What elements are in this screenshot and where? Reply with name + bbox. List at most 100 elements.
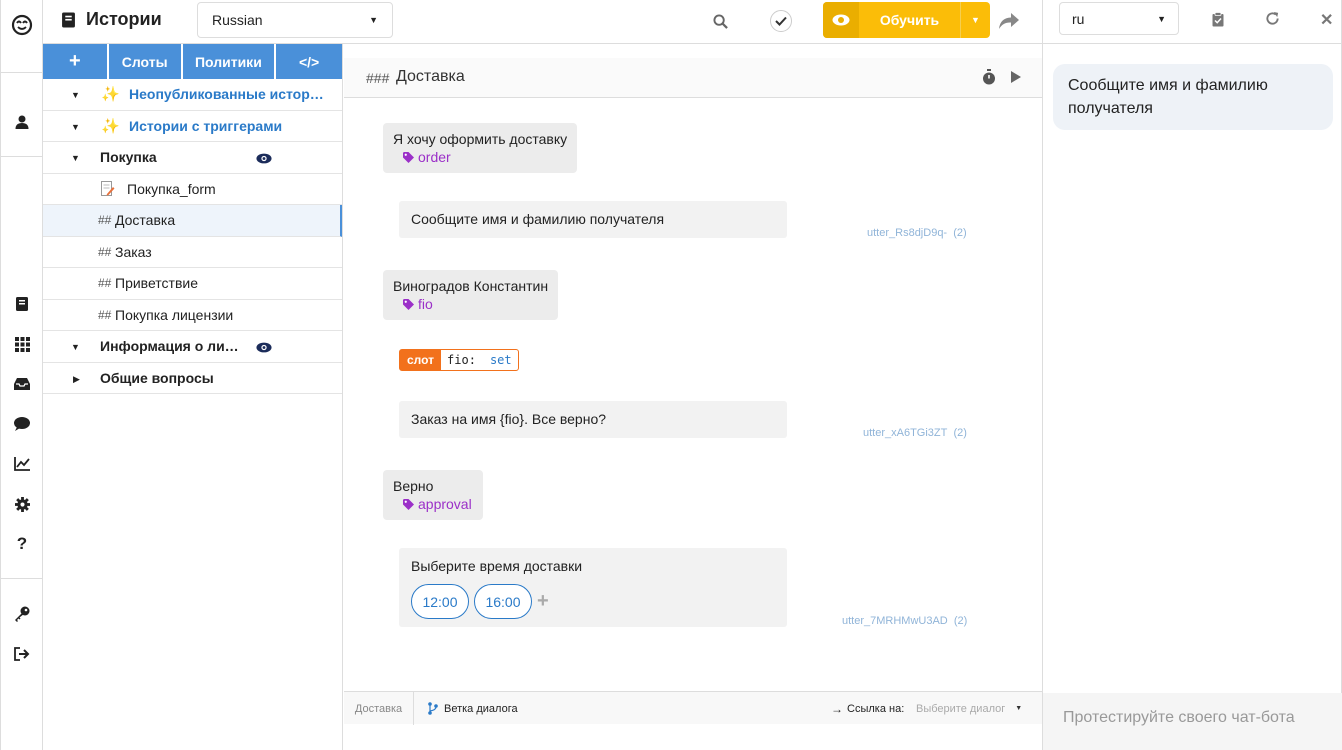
- nav-rail: ?: [0, 0, 43, 750]
- chat-input[interactable]: Протестируйте своего чат-бота: [1043, 693, 1342, 750]
- user-message-text: Виноградов Константин: [393, 278, 549, 294]
- code-button[interactable]: </>: [276, 44, 342, 79]
- refresh-icon[interactable]: [1265, 11, 1280, 29]
- user-message[interactable]: Я хочу оформить доставку order: [383, 123, 578, 173]
- caret-right-icon[interactable]: ▶: [73, 374, 80, 385]
- sparkles-icon: ✨: [101, 86, 120, 103]
- tree-item-faq[interactable]: ▶ Общие вопросы: [43, 363, 342, 394]
- share-icon[interactable]: [997, 10, 1021, 32]
- stopwatch-icon[interactable]: [982, 69, 996, 88]
- utter-id: utter_7MRHMwU3AD: [842, 615, 948, 627]
- slot-tag: слот: [400, 350, 442, 370]
- eye-icon[interactable]: [823, 2, 859, 38]
- chart-icon[interactable]: [1, 452, 43, 476]
- utter-name[interactable]: utter_xA6TGi3ZT (2): [863, 427, 967, 439]
- language-value: Russian: [212, 12, 263, 28]
- tree-item-unpublished[interactable]: ▼ ✨ Неопубликованные истор…: [43, 79, 342, 111]
- utter-name[interactable]: utter_Rs8djD9q- (2): [867, 227, 967, 239]
- gear-icon[interactable]: [1, 492, 43, 516]
- hash-icon: ##: [98, 307, 112, 322]
- eye-icon[interactable]: [256, 340, 272, 356]
- check-icon[interactable]: [770, 10, 792, 32]
- utter-name[interactable]: utter_7MRHMwU3AD (2): [842, 615, 967, 627]
- tree-item-label: Общие вопросы: [100, 369, 214, 386]
- chevron-down-icon: ▼: [369, 15, 378, 25]
- tree-item-label: Информация о ли…: [100, 338, 239, 354]
- caret-down-icon[interactable]: ▼: [71, 90, 80, 100]
- slots-button[interactable]: Слоты: [108, 44, 183, 79]
- chat-icon[interactable]: [1, 412, 43, 436]
- tree-item-label: Неопубликованные истор…: [129, 86, 324, 102]
- hash-icon: ##: [98, 244, 112, 259]
- tree-item-label: Покупка лицензии: [115, 306, 234, 323]
- book-icon[interactable]: [1, 292, 43, 316]
- policies-button[interactable]: Политики: [182, 44, 277, 79]
- user-message-text: Я хочу оформить доставку: [393, 131, 568, 147]
- intent-name: fio: [418, 296, 433, 312]
- language-select[interactable]: Russian ▼: [197, 2, 393, 38]
- branch-icon: [428, 702, 438, 715]
- tree-item-license-info[interactable]: ▼ Информация о ли…: [43, 331, 342, 363]
- bot-message[interactable]: Выберите время доставки 12:00 16:00 +: [399, 548, 787, 627]
- caret-down-icon[interactable]: ▼: [71, 122, 80, 132]
- bot-message[interactable]: Заказ на имя {fio}. Все верно?: [399, 401, 787, 438]
- search-icon[interactable]: [709, 10, 731, 32]
- story-title[interactable]: Доставка: [396, 68, 465, 86]
- quick-reply-button[interactable]: 16:00: [474, 584, 532, 619]
- chevron-down-icon[interactable]: ▼: [960, 2, 990, 38]
- eye-icon[interactable]: [256, 151, 272, 167]
- train-button[interactable]: Обучить ▼: [823, 2, 990, 38]
- tree-item-purchase-form[interactable]: Покупка_form: [43, 174, 342, 205]
- tree-item-label: Заказ: [115, 243, 152, 260]
- user-message[interactable]: Виноградов Константин fio: [383, 270, 559, 320]
- tree-item-license-purchase[interactable]: ## Покупка лицензии: [43, 300, 342, 331]
- chat-header: ru ▼ ✕: [1043, 0, 1342, 44]
- key-icon[interactable]: [1, 602, 43, 626]
- arrow-right-icon: →: [831, 701, 843, 716]
- page-title: Истории: [61, 9, 162, 30]
- logout-icon[interactable]: [1, 642, 43, 666]
- play-icon[interactable]: [1010, 70, 1022, 87]
- branch-button[interactable]: Ветка диалога: [428, 692, 518, 725]
- caret-down-icon[interactable]: ▼: [71, 153, 80, 163]
- inbox-icon[interactable]: [1, 372, 43, 396]
- utter-count: (2): [953, 615, 968, 627]
- chat-language-value: ru: [1072, 10, 1085, 27]
- tree-item-label: Покупка: [100, 149, 157, 165]
- tree-item-label: Приветствие: [115, 275, 198, 291]
- slot-set[interactable]: слот fio: set: [399, 349, 519, 371]
- intent-label[interactable]: fio: [403, 296, 548, 312]
- chat-language-select[interactable]: ru ▼: [1059, 2, 1179, 35]
- add-story-button[interactable]: +: [43, 44, 109, 79]
- add-button-icon[interactable]: +: [537, 590, 549, 613]
- slot-value: fio: set: [441, 350, 518, 370]
- train-label: Обучить: [879, 12, 940, 28]
- story-tree: + Слоты Политики </> ▼ ✨ Неопубликованны…: [43, 44, 343, 750]
- breadcrumb[interactable]: Доставка: [344, 692, 414, 725]
- link-placeholder: Выберите диалог: [916, 702, 1006, 715]
- intent-name: approval: [418, 496, 472, 512]
- grid-icon[interactable]: [1, 332, 43, 356]
- user-message-text: Верно: [393, 478, 434, 494]
- tree-item-order[interactable]: ## Заказ: [43, 237, 342, 268]
- branch-label: Ветка диалога: [444, 702, 518, 715]
- user-icon[interactable]: [1, 110, 43, 134]
- caret-down-icon[interactable]: ▼: [71, 342, 80, 352]
- book-icon: [62, 12, 75, 27]
- help-icon[interactable]: ?: [1, 532, 43, 556]
- link-select[interactable]: Выберите диалог ▼: [916, 692, 1022, 725]
- bot-message[interactable]: Сообщите имя и фамилию получателя: [399, 201, 787, 238]
- intent-label[interactable]: approval: [403, 496, 473, 512]
- close-icon[interactable]: ✕: [1320, 10, 1333, 30]
- intent-label[interactable]: order: [403, 149, 567, 165]
- logo-icon[interactable]: [1, 13, 43, 37]
- user-message[interactable]: Верно approval: [383, 470, 483, 520]
- link-label: Ссылка на:: [847, 702, 905, 715]
- clipboard-icon[interactable]: [1212, 12, 1224, 30]
- tree-item-delivery[interactable]: ## Доставка: [43, 205, 342, 237]
- quick-reply-button[interactable]: 12:00: [411, 584, 469, 619]
- tree-item-greeting[interactable]: ## Приветствие: [43, 268, 342, 300]
- tree-item-purchase[interactable]: ▼ Покупка: [43, 142, 342, 174]
- tree-item-triggers[interactable]: ▼ ✨ Истории с триггерами: [43, 111, 342, 142]
- title-text: Истории: [86, 9, 162, 29]
